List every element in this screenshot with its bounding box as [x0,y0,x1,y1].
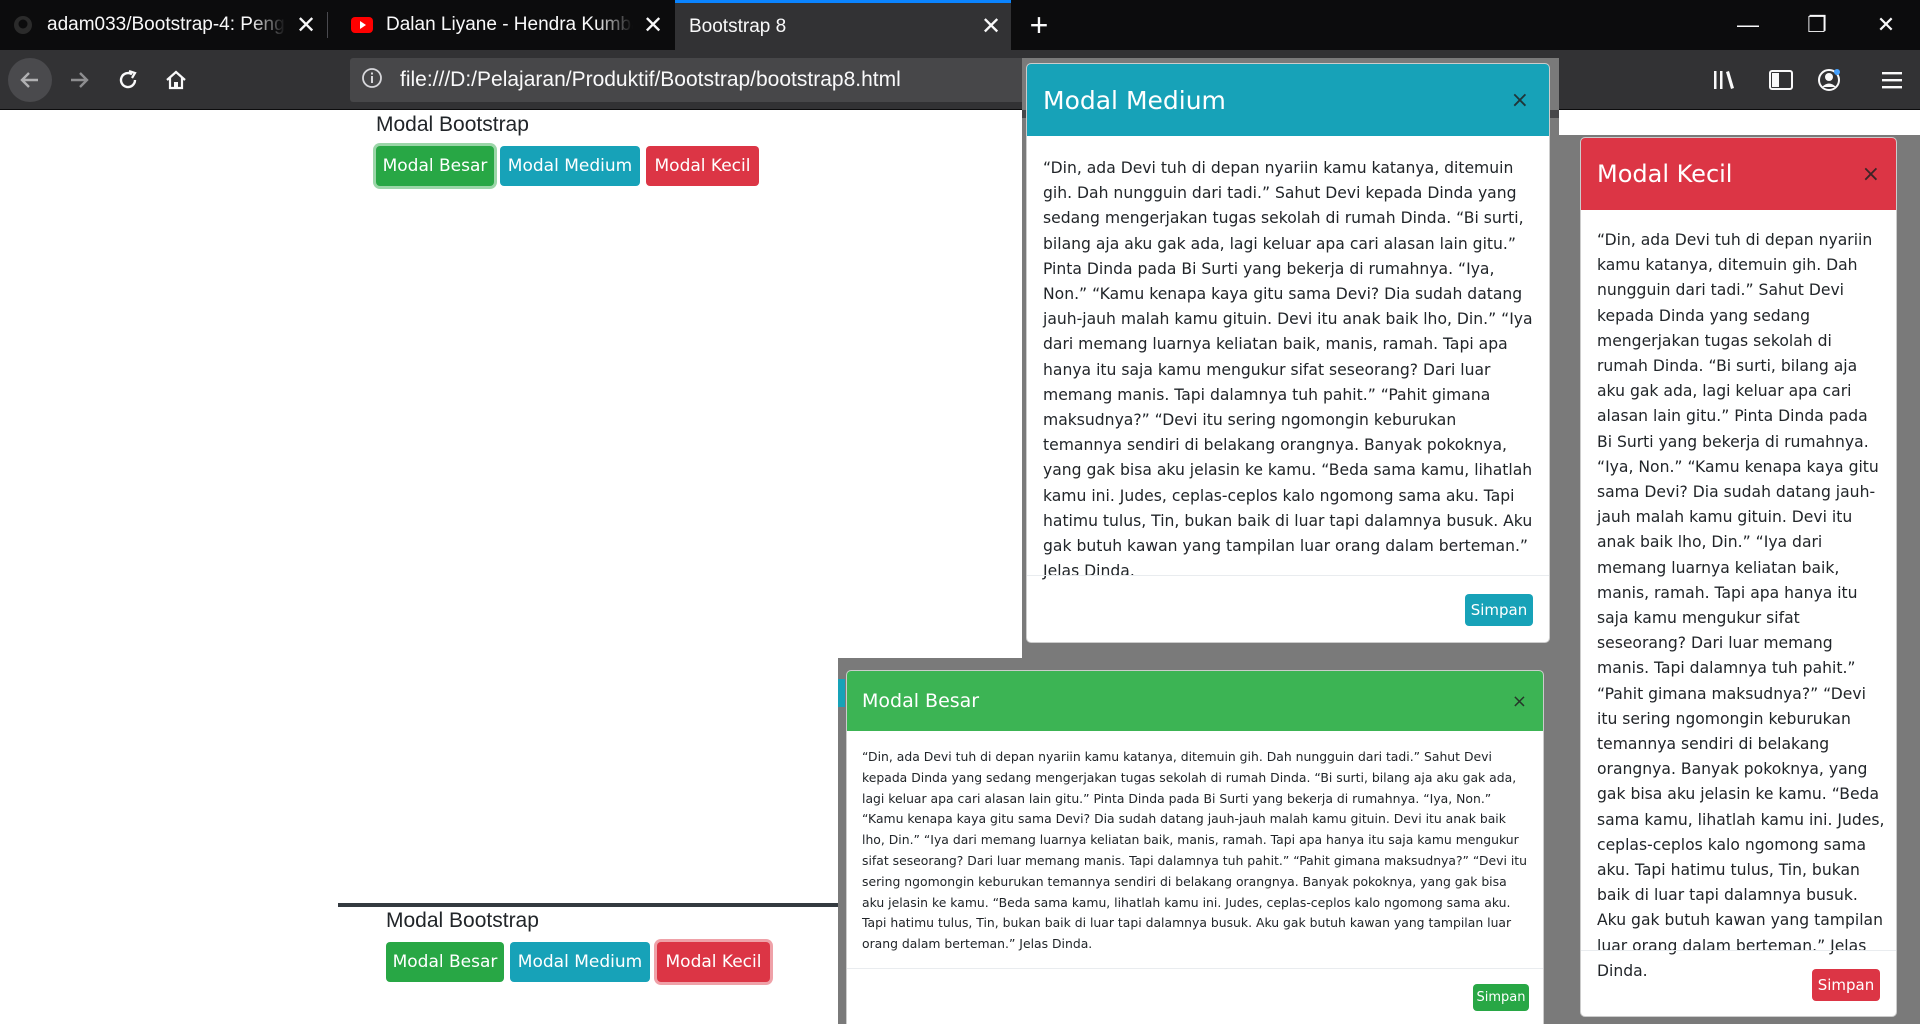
minimize-icon[interactable]: — [1713,0,1783,50]
close-icon[interactable]: × [1511,88,1529,113]
modal-footer: Simpan [1581,950,1896,1016]
close-icon[interactable]: × [1862,162,1880,187]
navbar-strip [338,903,840,907]
tab-title: Dalan Liyane - Hendra Kumbara [386,14,633,35]
account-icon[interactable] [1811,62,1847,98]
sidebar-icon[interactable] [1763,62,1799,98]
menu-icon[interactable] [1874,62,1910,98]
navigation-toolbar: file:///D:/Pelajaran/Produktif/Bootstrap… [0,50,1920,110]
modal-footer: Simpan [847,968,1543,1024]
modal-kecil-button[interactable]: Modal Kecil [646,146,759,186]
page-title: Modal Bootstrap [386,909,539,932]
modal-title: Modal Medium [1043,85,1226,115]
reload-icon [119,69,137,89]
modal-kecil: Modal Kecil × “Din, ada Devi tuh di depa… [1580,137,1897,1017]
tab-github[interactable]: adam033/Bootstrap-4: Pengum ✕ [0,0,326,50]
forward-button[interactable] [57,58,101,102]
modal-besar-button[interactable]: Modal Besar [376,146,494,186]
tab-title: adam033/Bootstrap-4: Pengum [47,14,286,35]
tab-bar: adam033/Bootstrap-4: Pengum ✕ Dalan Liya… [0,0,1920,50]
modal-header: Modal Kecil × [1581,138,1896,210]
url-text: file:///D:/Pelajaran/Produktif/Bootstrap… [400,68,901,91]
simpan-button[interactable]: Simpan [1812,969,1880,1001]
modal-header: Modal Besar × [847,671,1543,731]
modal-footer: Simpan [1027,575,1549,642]
modal-body-text: “Din, ada Devi tuh di depan nyariin kamu… [862,749,1527,952]
modal-body-text: “Din, ada Devi tuh di depan nyariin kamu… [1043,159,1533,581]
arrow-right-icon [71,72,89,88]
modal-medium-button[interactable]: Modal Medium [510,942,650,982]
new-tab-button[interactable]: + [1016,0,1062,50]
library-icon[interactable] [1707,62,1743,98]
modal-title: Modal Kecil [1597,160,1733,188]
close-window-icon[interactable]: ✕ [1851,0,1920,50]
page-peek [838,679,845,707]
modal-medium: Modal Medium × “Din, ada Devi tuh di dep… [1026,63,1550,643]
github-icon [12,14,34,36]
modal-medium-button[interactable]: Modal Medium [500,146,640,186]
info-icon[interactable] [350,67,394,94]
modal-body-text: “Din, ada Devi tuh di depan nyariin kamu… [1597,231,1885,980]
reload-button[interactable] [106,58,150,102]
modal-title: Modal Besar [862,690,980,712]
close-tab-icon[interactable]: ✕ [971,12,1011,41]
tab-divider [327,12,328,38]
back-button[interactable] [8,58,52,102]
close-tab-icon[interactable]: ✕ [286,11,326,40]
modal-kecil-button[interactable]: Modal Kecil [657,942,770,982]
close-icon[interactable]: × [1512,691,1527,712]
modal-besar: Modal Besar × “Din, ada Devi tuh di depa… [846,670,1544,1024]
arrow-left-icon [20,72,38,88]
page-title: Modal Bootstrap [376,113,529,136]
modal-header: Modal Medium × [1027,64,1549,136]
restore-icon[interactable]: ❐ [1782,0,1852,50]
modal-besar-button[interactable]: Modal Besar [386,942,504,982]
tab-youtube[interactable]: Dalan Liyane - Hendra Kumbara ✕ [339,0,673,50]
home-button[interactable] [154,58,198,102]
tab-title: Bootstrap 8 [689,15,787,37]
simpan-button[interactable]: Simpan [1473,984,1529,1011]
home-icon [166,70,186,90]
close-tab-icon[interactable]: ✕ [633,11,673,40]
simpan-button[interactable]: Simpan [1465,594,1533,626]
tab-bootstrap-8[interactable]: Bootstrap 8 ✕ [675,0,1011,50]
youtube-icon [351,14,373,36]
